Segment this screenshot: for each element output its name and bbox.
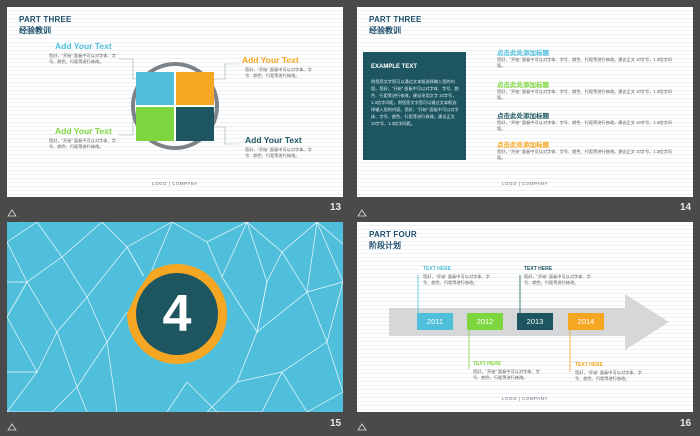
item-text: 您好，“开始” 面板中可以对字体、字号、颜色、行距等进行修改。建议正文 10字号…: [497, 57, 672, 68]
year-2014-box: 2014: [568, 313, 604, 330]
slide-number: 14: [680, 202, 692, 213]
slide-16-thumbnail[interactable]: PART FOUR 阶段计划 2011 2012 2013 2014 TEXT …: [357, 222, 693, 412]
slide-15-thumbnail[interactable]: 4: [7, 222, 343, 412]
pie-slice-teal: [176, 107, 214, 141]
pie-slice-blue: [136, 72, 174, 105]
item-text: 您好，“开始” 面板中可以对字体、字号、颜色、行距等进行修改。建议正文 10字号…: [497, 89, 672, 100]
pie-slice-orange: [176, 72, 214, 105]
logo-company: LOGO | COMPANY: [501, 181, 549, 186]
slide-star-icon: [357, 204, 367, 217]
logo-company: LOGO | COMPANY: [151, 181, 199, 186]
pie-diagram: [119, 58, 239, 150]
timeline-body-text: 您好，“开始” 面板中可以对字体、字号、颜色、行距等进行修改。: [524, 274, 591, 285]
example-text-box: EXAMPLE TEXT 例您您文字您可以通过文本框选择输入您的内容。您好，“开…: [363, 52, 466, 160]
timeline-body-text: 您好，“开始” 面板中可以对字体、字号、颜色、行距等进行修改。: [473, 369, 540, 380]
part-subtitle: 经验教训: [369, 26, 401, 35]
item-heading: 点击此处添加标题: [497, 142, 549, 149]
slide-star-icon: [7, 204, 17, 217]
timeline-body-text: 您好，“开始” 面板中可以对字体、字号、颜色、行距等进行修改。: [575, 370, 642, 381]
example-title: EXAMPLE TEXT: [371, 64, 418, 70]
item-heading: 点击此处添加标题: [497, 113, 549, 120]
pie-slice-green: [136, 107, 174, 141]
slide-star-icon: [357, 418, 367, 431]
slide-14-thumbnail[interactable]: PART THREE 经验教训 EXAMPLE TEXT 例您您文字您可以通过文…: [357, 7, 693, 197]
part-title: PART THREE: [369, 15, 422, 24]
logo-company: LOGO | COMPANY: [501, 396, 549, 401]
example-body: 例您您文字您可以通过文本框选择输入您的内容。您好，“开始” 面板中可以对字体、字…: [371, 79, 459, 126]
slide-number: 13: [330, 202, 342, 213]
year-2011-box: 2011: [417, 313, 453, 330]
item-text: 您好，“开始” 面板中可以对字体、字号、颜色、行距等进行修改。建议正文 10字号…: [497, 120, 672, 131]
timeline-body-text: 您好，“开始” 面板中可以对字体、字号、颜色、行距等进行修改。: [423, 274, 490, 285]
slide-13-thumbnail[interactable]: PART THREE 经验教训 Add Your Text 您好，“开始” 面板…: [7, 7, 343, 197]
item-heading: 点击此处添加标题: [497, 82, 549, 89]
text-here-label: TEXT HERE: [524, 266, 553, 272]
connector-line-br: [212, 126, 239, 145]
slide-number: 15: [330, 418, 342, 429]
item-heading: 点击此处添加标题: [497, 50, 549, 57]
text-here-label: TEXT HERE: [423, 266, 452, 272]
year-2013-box: 2013: [517, 313, 553, 330]
year-2012-box: 2012: [467, 313, 503, 330]
text-here-label: TEXT HERE: [473, 361, 502, 367]
text-here-label: TEXT HERE: [575, 362, 604, 368]
item-text: 您好，“开始” 面板中可以对字体、字号、颜色、行距等进行修改。建议正文 10字号…: [497, 149, 672, 160]
slide-number: 16: [680, 418, 692, 429]
slide-star-icon: [7, 418, 17, 431]
big-number: 4: [162, 285, 192, 343]
